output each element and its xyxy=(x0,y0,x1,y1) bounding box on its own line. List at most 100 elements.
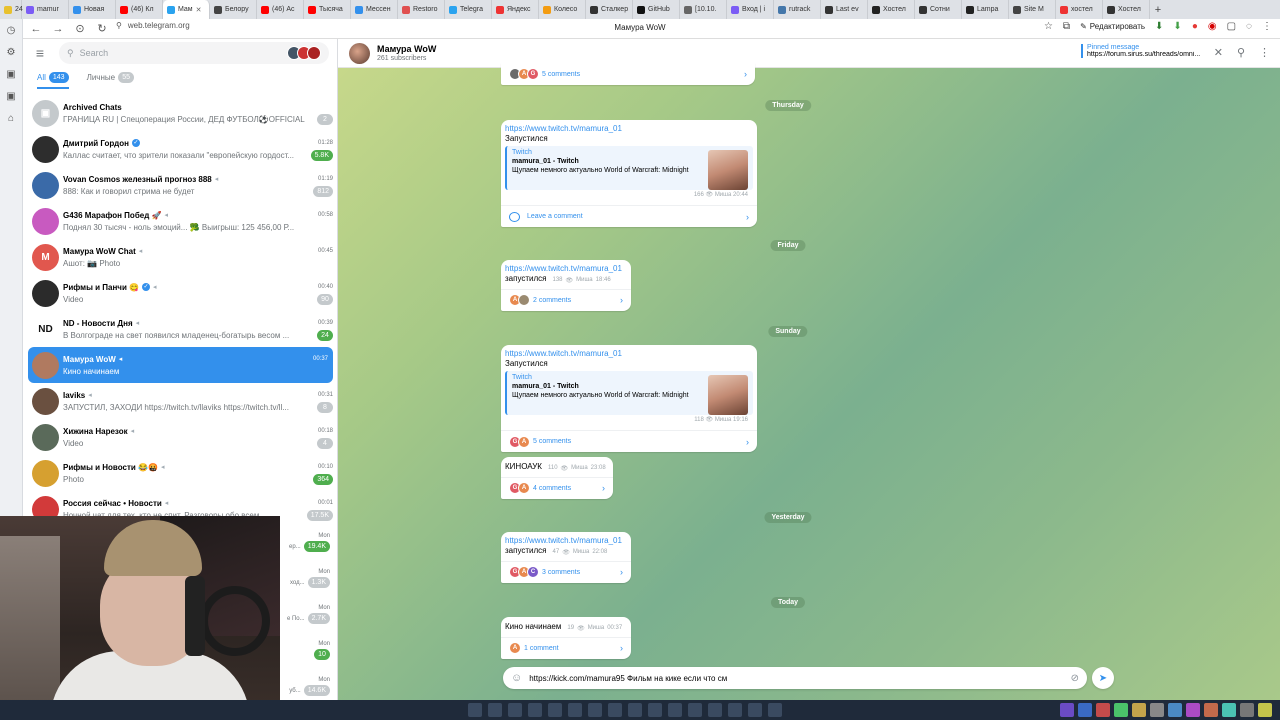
download-icon[interactable]: ⬇ xyxy=(1155,21,1163,32)
comments-button[interactable]: GA 4 comments › xyxy=(501,476,613,499)
more-icon[interactable]: ⋮ xyxy=(1262,21,1272,32)
taskbar-app-icon[interactable] xyxy=(768,703,782,717)
taskbar-app-icon[interactable] xyxy=(708,703,722,717)
tray-icon[interactable] xyxy=(1258,703,1272,717)
browser-tab[interactable]: Lampa xyxy=(962,0,1009,19)
bookmarks-icon[interactable]: ⌂ xyxy=(4,111,18,125)
browser-tab[interactable]: (46) Ас xyxy=(257,0,304,19)
link-preview[interactable]: Twitch mamura_01 - Twitch Щупаем немного… xyxy=(505,371,753,415)
search-input[interactable]: ⚲ Search xyxy=(59,42,329,64)
taskbar-app-icon[interactable] xyxy=(688,703,702,717)
tray-icon[interactable] xyxy=(1060,703,1074,717)
tray-icon[interactable] xyxy=(1114,703,1128,717)
taskbar-app-icon[interactable] xyxy=(568,703,582,717)
hamburger-menu-icon[interactable]: ≡ xyxy=(31,45,49,61)
messenger-icon[interactable]: ▣ xyxy=(4,67,18,81)
tray-icon[interactable] xyxy=(1150,703,1164,717)
tray-icon[interactable] xyxy=(1204,703,1218,717)
browser-tab[interactable]: хостел xyxy=(1056,0,1103,19)
player-icon[interactable]: ▣ xyxy=(4,89,18,103)
message-link[interactable]: https://www.twitch.tv/mamura_01 xyxy=(505,124,753,133)
browser-tab[interactable]: Telegra xyxy=(445,0,492,19)
browser-tab[interactable]: Мам ✕ xyxy=(163,0,210,19)
browser-tab[interactable]: 24 xyxy=(0,0,23,19)
new-tab-button[interactable]: + xyxy=(1150,4,1166,16)
forward-icon[interactable]: → xyxy=(47,23,69,35)
taskbar-app-icon[interactable] xyxy=(508,703,522,717)
chat-list-item[interactable]: G436 Марафон Побед 🚀 ◂ 00:58 Поднял 30 тыся… xyxy=(23,203,337,239)
chat-list-item[interactable]: ND ND - Новости Дня ◂ 00:39 В Волгограде на … xyxy=(23,311,337,347)
browser-tab[interactable]: rutrack xyxy=(774,0,821,19)
browser-tab[interactable]: Новая xyxy=(69,0,116,19)
partial-chat-row[interactable]: Mon ход... 1.3K xyxy=(290,569,330,588)
chat-list-item[interactable]: Дмитрий Гордон ✓ 01:28 Каллас считает, что … xyxy=(23,131,337,167)
tray-icon[interactable] xyxy=(1096,703,1110,717)
taskbar-app-icon[interactable] xyxy=(488,703,502,717)
tray-icon[interactable] xyxy=(1132,703,1146,717)
edit-button[interactable]: ✎ Редактировать xyxy=(1080,22,1145,31)
comments-button[interactable]: AG 5 comments › xyxy=(501,63,755,85)
partial-chat-row[interactable]: Mon 10 xyxy=(311,641,330,660)
browser-tab[interactable]: Хостел xyxy=(868,0,915,19)
reload-icon[interactable]: ↻ xyxy=(91,22,113,35)
message-link[interactable]: https://www.twitch.tv/mamura_01 xyxy=(505,349,753,358)
browser-tab[interactable]: Тысяча xyxy=(304,0,351,19)
tray-icon[interactable] xyxy=(1078,703,1092,717)
chat-list-item[interactable]: Хижина Нарезок ◂ 00:18 Video 4 xyxy=(23,419,337,455)
tray-icon[interactable] xyxy=(1168,703,1182,717)
taskbar-app-icon[interactable] xyxy=(648,703,662,717)
taskbar-app-icon[interactable] xyxy=(748,703,762,717)
attach-icon[interactable]: ⊘ xyxy=(1071,673,1079,684)
stories-avatars[interactable] xyxy=(287,46,321,60)
folder-tab[interactable]: Личные 55 xyxy=(87,72,135,89)
site-info-icon[interactable]: ⚲ xyxy=(116,21,122,30)
chat-list-item[interactable]: Vovan Cosmos железный прогноз 888 ◂ 01:19 8… xyxy=(23,167,337,203)
browser-tab[interactable]: GitHub xyxy=(633,0,680,19)
taskbar-app-icon[interactable] xyxy=(548,703,562,717)
browser-tab[interactable]: Site M xyxy=(1009,0,1056,19)
chat-list-item[interactable]: Мамура WoW ◂ 00:37 Кино начинаем xyxy=(28,347,333,383)
chat-list-item[interactable]: Рифмы и Панчи 😋 ✓ ◂ 00:40 Video 90 xyxy=(23,275,337,311)
tray-icon[interactable] xyxy=(1222,703,1236,717)
tray-icon[interactable] xyxy=(1186,703,1200,717)
history-icon[interactable]: ◷ xyxy=(4,23,18,37)
wallet-icon[interactable]: ▢ xyxy=(1227,21,1236,32)
link-preview[interactable]: Twitch mamura_01 - Twitch Щупаем немного… xyxy=(505,146,753,190)
message-composer[interactable]: ☺ https://kick.com/mamura95 Фильм на кик… xyxy=(503,667,1087,689)
tray-icon[interactable] xyxy=(1240,703,1254,717)
partial-chat-row[interactable]: Mon е По... 2.7K xyxy=(287,605,330,624)
taskbar-app-icon[interactable] xyxy=(628,703,642,717)
browser-tab[interactable]: Last ev xyxy=(821,0,868,19)
browser-tab[interactable]: (46) Кл xyxy=(116,0,163,19)
address-bar[interactable]: ⚲ web.telegram.org xyxy=(116,21,190,30)
chat-list-item[interactable]: Рифмы и Новости 😂🤬 ◂ 00:10 Photo 364 xyxy=(23,455,337,491)
extensions-icon[interactable]: ⊙ xyxy=(69,22,91,35)
settings-icon[interactable]: ⚙ xyxy=(4,45,18,59)
message-link[interactable]: https://www.twitch.tv/mamura_01 xyxy=(505,264,627,273)
browser-tab[interactable]: Колесо xyxy=(539,0,586,19)
browser-tab[interactable]: Сталкер xyxy=(586,0,633,19)
back-icon[interactable]: ← xyxy=(25,23,47,35)
chat-list-item[interactable]: M Мамура WoW Chat ◂ 00:45 Ашот: 📷 Photo xyxy=(23,239,337,275)
partial-chat-row[interactable]: Mon ер... 19.4K xyxy=(289,533,330,552)
partial-chat-row[interactable]: Mon уб... 14.6K xyxy=(289,677,330,696)
taskbar-app-icon[interactable] xyxy=(608,703,622,717)
close-icon[interactable]: ✕ xyxy=(1214,46,1223,59)
emoji-icon[interactable]: ☺ xyxy=(511,672,522,684)
browser-tab[interactable]: Мессен xyxy=(351,0,398,19)
vpn-icon[interactable]: ⬇ xyxy=(1173,21,1181,32)
bookmark-icon[interactable]: ☆ xyxy=(1044,21,1053,32)
chat-list-item[interactable]: ▣ Archived Chats ГРАНИЦА RU | Спецоперация… xyxy=(23,95,337,131)
close-tab-icon[interactable]: ✕ xyxy=(196,6,202,14)
comments-button[interactable]: A 2 comments › xyxy=(501,288,631,311)
profile-icon[interactable]: ◌ xyxy=(1246,21,1252,32)
taskbar-app-icon[interactable] xyxy=(728,703,742,717)
browser-tab[interactable]: mamur xyxy=(22,0,69,19)
chat-header[interactable]: Мамура WoW 261 subscribers Pinned messag… xyxy=(338,39,1280,68)
extension-icon[interactable]: ● xyxy=(1192,21,1198,32)
browser-tab[interactable]: Restoro xyxy=(398,0,445,19)
browser-tab[interactable]: Сотни xyxy=(915,0,962,19)
browser-tab[interactable]: Белору xyxy=(210,0,257,19)
leave-comment-button[interactable]: Leave a comment › xyxy=(501,205,757,227)
pinned-message[interactable]: Pinned message https://forum.sirus.su/th… xyxy=(1081,44,1207,58)
